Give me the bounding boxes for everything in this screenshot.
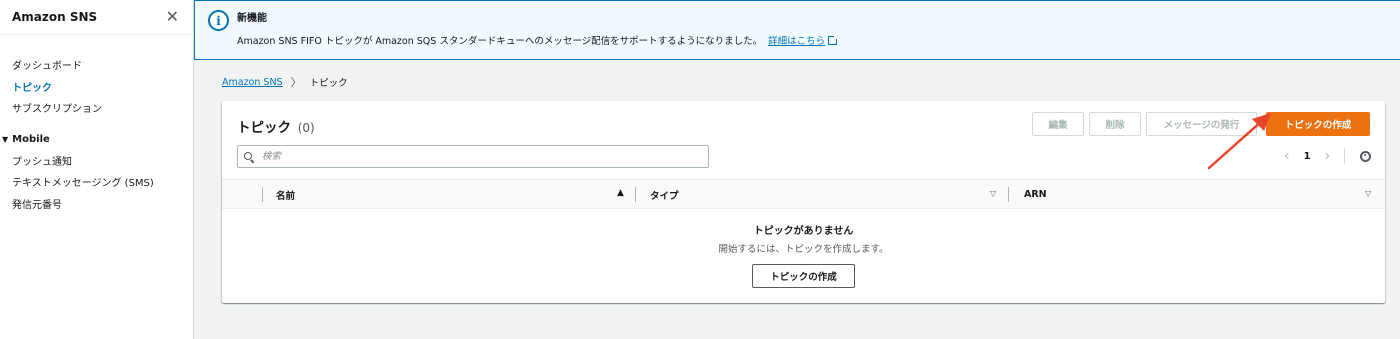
pagination: ‹ 1 › — [1284, 148, 1372, 164]
column-divider[interactable] — [635, 187, 636, 202]
sort-icon[interactable]: ▽ — [990, 189, 996, 198]
chevron-left-icon[interactable]: ‹ — [1284, 148, 1290, 164]
panel-title-text: トピック — [237, 120, 291, 136]
edit-button[interactable]: 編集 — [1032, 112, 1084, 136]
page-title: トピック (0) — [237, 116, 315, 136]
sidebar-item-push-notifications[interactable]: プッシュ通知 — [0, 150, 194, 172]
sidebar-item-dashboard[interactable]: ダッシュボード — [0, 54, 194, 76]
sidebar-title[interactable]: Amazon SNS — [12, 10, 97, 24]
table-header: 名前 ▲ タイプ ▽ ARN ▽ — [222, 179, 1385, 209]
sidebar-header: Amazon SNS ✕ — [0, 0, 193, 34]
side-navigation: Amazon SNS ✕ ダッシュボード トピック サブスクリプション ▼ Mo… — [0, 0, 194, 339]
flash-banner: i 新機能 Amazon SNS FIFO トピックが Amazon SQS ス… — [194, 0, 1400, 60]
learn-more-link[interactable]: 詳細はこちら — [768, 35, 839, 47]
sidebar-item-origination-numbers[interactable]: 発信元番号 — [0, 193, 194, 215]
empty-state-subtitle: 開始するには、トピックを作成します。 — [718, 244, 889, 255]
breadcrumb-root-link[interactable]: Amazon SNS — [222, 77, 283, 88]
page-number[interactable]: 1 — [1304, 151, 1311, 162]
sort-ascending-icon[interactable]: ▲ — [617, 188, 624, 198]
topic-count: (0) — [297, 121, 315, 135]
column-divider[interactable] — [1008, 187, 1009, 202]
create-topic-button[interactable]: トピックの作成 — [1266, 112, 1370, 136]
flash-message: Amazon SNS FIFO トピックが Amazon SQS スタンダードキ… — [237, 33, 839, 47]
search-icon — [244, 151, 254, 162]
learn-more-label: 詳細はこちら — [768, 36, 826, 47]
column-divider — [262, 187, 263, 202]
search-input[interactable] — [262, 151, 682, 162]
external-link-icon — [828, 35, 839, 45]
sidebar-item-topics[interactable]: トピック — [0, 76, 194, 98]
caret-down-icon: ▼ — [2, 134, 9, 144]
pager-divider — [1344, 148, 1346, 164]
info-icon: i — [208, 10, 229, 31]
sidebar-item-subscriptions[interactable]: サブスクリプション — [0, 97, 194, 119]
delete-button[interactable]: 削除 — [1089, 112, 1141, 136]
breadcrumb: Amazon SNS 〉 トピック — [222, 74, 348, 90]
empty-state-title: トピックがありません — [753, 226, 854, 237]
search-field[interactable] — [237, 145, 709, 168]
annotation-arrow-icon — [1207, 113, 1271, 170]
column-header-type[interactable]: タイプ — [650, 180, 679, 209]
gear-icon[interactable] — [1359, 150, 1372, 163]
chevron-right-icon: 〉 — [290, 76, 302, 89]
sidebar-section-mobile[interactable]: ▼ Mobile — [0, 129, 194, 150]
column-header-arn[interactable]: ARN — [1024, 180, 1047, 209]
breadcrumb-current: トピック — [309, 78, 348, 89]
chevron-right-icon[interactable]: › — [1325, 148, 1331, 164]
close-icon[interactable]: ✕ — [166, 9, 179, 25]
sidebar-item-text-messaging[interactable]: テキストメッセージング (SMS) — [0, 171, 194, 193]
sort-icon[interactable]: ▽ — [1365, 189, 1371, 198]
sidebar-nav: ダッシュボード トピック サブスクリプション ▼ Mobile プッシュ通知 テ… — [0, 54, 194, 214]
sidebar-section-label: Mobile — [12, 133, 50, 145]
empty-create-topic-button[interactable]: トピックの作成 — [752, 264, 855, 288]
flash-title: 新機能 — [237, 13, 267, 24]
flash-message-text: Amazon SNS FIFO トピックが Amazon SQS スタンダードキ… — [237, 36, 763, 47]
sidebar-divider — [0, 34, 194, 35]
column-header-name[interactable]: 名前 — [276, 180, 295, 209]
